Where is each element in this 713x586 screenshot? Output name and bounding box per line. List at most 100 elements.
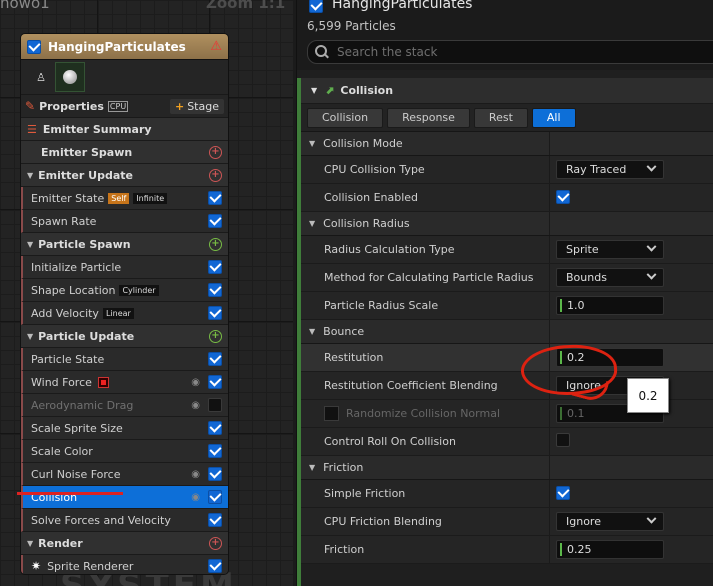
module-enabled-checkbox[interactable] (208, 467, 222, 481)
stage-header-render[interactable]: ▼ Render + (21, 532, 228, 555)
property-row-method-for-calculating-particle-radius: Method for Calculating Particle Radius Bo… (301, 264, 713, 292)
property-value (556, 433, 570, 450)
add-module-icon[interactable]: + (209, 536, 222, 550)
emitter-node-header[interactable]: HangingParticulates ⚠ (21, 34, 228, 60)
module-row-shape-location[interactable]: Shape Location Cylinder (21, 279, 228, 302)
module-row-initialize-particle[interactable]: Initialize Particle (21, 256, 228, 279)
module-row-wind-force[interactable]: Wind Force ◉ (21, 371, 228, 394)
module-row-solve-forces-and-velocity[interactable]: Solve Forces and Velocity (21, 509, 228, 532)
zoom-label: Zoom 1:1 (206, 0, 286, 12)
category-header-collision-mode[interactable]: ▼ Collision Mode (301, 132, 713, 156)
module-enabled-checkbox[interactable] (208, 306, 222, 320)
dropdown-cpu-friction-blending[interactable]: Ignore (556, 512, 664, 531)
search-input[interactable] (335, 44, 699, 60)
number-field-particle-radius-scale[interactable]: 1.0 (556, 296, 664, 315)
collapse-arrow-icon[interactable]: ▼ (27, 171, 33, 180)
module-enabled-checkbox[interactable] (208, 513, 222, 527)
checkbox-control-roll-on-collision[interactable] (556, 433, 570, 447)
collapse-arrow-icon[interactable]: ▼ (27, 240, 33, 249)
filter-tab-collision[interactable]: Collision (307, 107, 384, 128)
eye-icon[interactable]: ◉ (191, 400, 200, 411)
add-module-icon[interactable]: + (209, 168, 222, 182)
filter-tab-rest[interactable]: Rest (473, 107, 528, 128)
list-icon: ☰ (27, 122, 37, 136)
module-label: Curl Noise Force (31, 467, 121, 481)
annotation-underline (17, 492, 123, 495)
collapse-arrow-icon[interactable]: ▼ (309, 219, 315, 228)
module-enabled-checkbox[interactable] (208, 375, 222, 389)
stage-header-emitter-update[interactable]: ▼ Emitter Update + (21, 164, 228, 187)
dropdown-cpu-collision-type[interactable]: Ray Traced (556, 160, 664, 179)
module-enabled-checkbox[interactable] (208, 490, 222, 504)
module-row-spawn-rate[interactable]: Spawn Rate (21, 210, 228, 233)
module-enabled-checkbox[interactable] (208, 283, 222, 297)
collapse-arrow-icon[interactable]: ▼ (27, 332, 33, 341)
collapse-arrow-icon[interactable]: ▼ (311, 86, 317, 95)
warning-icon[interactable]: ⚠ (210, 39, 222, 54)
emitter-enabled-checkbox[interactable] (27, 39, 41, 54)
module-row-add-velocity[interactable]: Add Velocity Linear (21, 302, 228, 325)
stage-header-emitter-spawn[interactable]: Emitter Spawn + (21, 141, 228, 164)
module-enabled-checkbox[interactable] (208, 214, 222, 228)
module-row-curl-noise-force[interactable]: Curl Noise Force ◉ (21, 463, 228, 486)
search-box[interactable] (307, 40, 713, 64)
checkbox-collision-enabled[interactable] (556, 190, 570, 204)
add-module-icon[interactable]: + (209, 145, 222, 159)
person-icon[interactable]: ♙ (27, 63, 55, 91)
module-row-scale-color[interactable]: Scale Color (21, 440, 228, 463)
column-divider (549, 508, 550, 535)
properties-row[interactable]: ✎ Properties CPU + Stage (21, 95, 228, 118)
category-header-bounce[interactable]: ▼ Bounce (301, 320, 713, 344)
module-enabled-checkbox[interactable] (208, 352, 222, 366)
column-divider (549, 184, 550, 211)
emitter-enabled-checkbox[interactable] (309, 0, 323, 13)
eye-icon[interactable]: ◉ (191, 492, 200, 503)
module-enabled-checkbox[interactable] (208, 559, 222, 573)
property-value: Sprite (556, 240, 664, 259)
eye-icon[interactable]: ◉ (191, 377, 200, 388)
row-controls (208, 559, 222, 573)
collapse-arrow-icon[interactable]: ▼ (309, 139, 315, 148)
add-module-icon[interactable]: + (209, 237, 222, 251)
category-header-collision-radius[interactable]: ▼ Collision Radius (301, 212, 713, 236)
collapse-arrow-icon[interactable]: ▼ (309, 327, 315, 336)
module-row-scale-sprite-size[interactable]: Scale Sprite Size (21, 417, 228, 440)
collapse-arrow-icon[interactable]: ▼ (309, 463, 315, 472)
module-row-collision[interactable]: Collision ◉ (21, 486, 228, 509)
module-row-particle-state[interactable]: Particle State (21, 348, 228, 371)
stage-header-particle-spawn[interactable]: ▼ Particle Spawn + (21, 233, 228, 256)
module-row-aerodynamic-drag[interactable]: Aerodynamic Drag ◉ (21, 394, 228, 417)
module-enabled-checkbox[interactable] (208, 444, 222, 458)
module-enabled-checkbox[interactable] (208, 421, 222, 435)
column-divider (549, 400, 550, 427)
dropdown-radius-calculation-type[interactable]: Sprite (556, 240, 664, 259)
column-divider (549, 456, 550, 479)
emitter-stack-list: ☰ Emitter Summary Emitter Spawn + ▼ Emitter U… (21, 118, 228, 574)
add-stage-button[interactable]: + Stage (169, 98, 224, 114)
module-header-collision[interactable]: ▼ ⬈ Collision (301, 78, 713, 104)
module-row-emitter-state[interactable]: Emitter State Self Infinite (21, 187, 228, 210)
emitter-name: HangingParticulates (332, 0, 473, 12)
checkbox-simple-friction[interactable] (556, 486, 570, 500)
collapse-arrow-icon[interactable]: ▼ (27, 539, 33, 548)
module-enabled-checkbox[interactable] (208, 260, 222, 274)
module-row-sprite-renderer[interactable]: ✷ Sprite Renderer (21, 555, 228, 574)
dropdown-method-for-calculating-particle-radius[interactable]: Bounds (556, 268, 664, 287)
number-field-friction[interactable]: 0.25 (556, 540, 664, 559)
module-enabled-checkbox[interactable] (208, 191, 222, 205)
graph-canvas[interactable]: nowo1 Zoom 1:1 SYSTEM HangingParticulate… (0, 0, 293, 586)
column-divider (549, 156, 550, 183)
property-override-checkbox[interactable] (324, 406, 339, 421)
emitter-row-emitter-summary[interactable]: ☰ Emitter Summary (21, 118, 228, 141)
sprite-thumbnail-icon[interactable] (55, 62, 85, 92)
module-enabled-checkbox[interactable] (208, 398, 222, 412)
chevron-down-icon (646, 161, 657, 172)
filter-tab-all[interactable]: All (531, 107, 576, 128)
filter-tab-response[interactable]: Response (387, 107, 470, 128)
stage-header-particle-update[interactable]: ▼ Particle Update + (21, 325, 228, 348)
eye-icon[interactable]: ◉ (191, 469, 200, 480)
add-module-icon[interactable]: + (209, 329, 222, 343)
module-label: Emitter State (31, 191, 105, 205)
category-header-friction[interactable]: ▼ Friction (301, 456, 713, 480)
property-name: Radius Calculation Type (324, 243, 455, 256)
